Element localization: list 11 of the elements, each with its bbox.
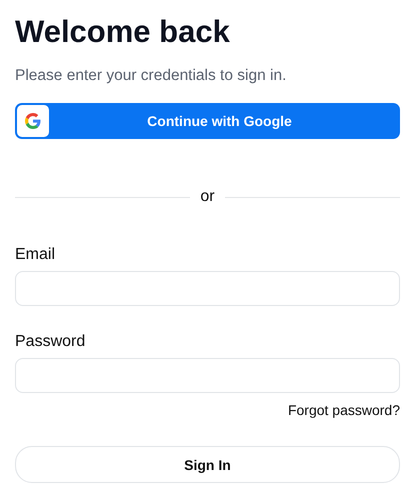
subtitle: Please enter your credentials to sign in. [15, 66, 288, 86]
field-label: Email [15, 245, 56, 265]
divider-label: or [200, 187, 215, 207]
field-label: Password [15, 332, 86, 352]
input-field[interactable] [15, 271, 400, 306]
forgot-password-link[interactable]: Forgot password? [288, 401, 400, 419]
google-logo-icon [25, 113, 41, 129]
page-title: Welcome back [15, 13, 231, 51]
sign-in-button[interactable]: Sign In [15, 446, 400, 483]
google-signin-button[interactable]: Continue with Google [15, 103, 400, 139]
input-field[interactable] [15, 358, 400, 393]
